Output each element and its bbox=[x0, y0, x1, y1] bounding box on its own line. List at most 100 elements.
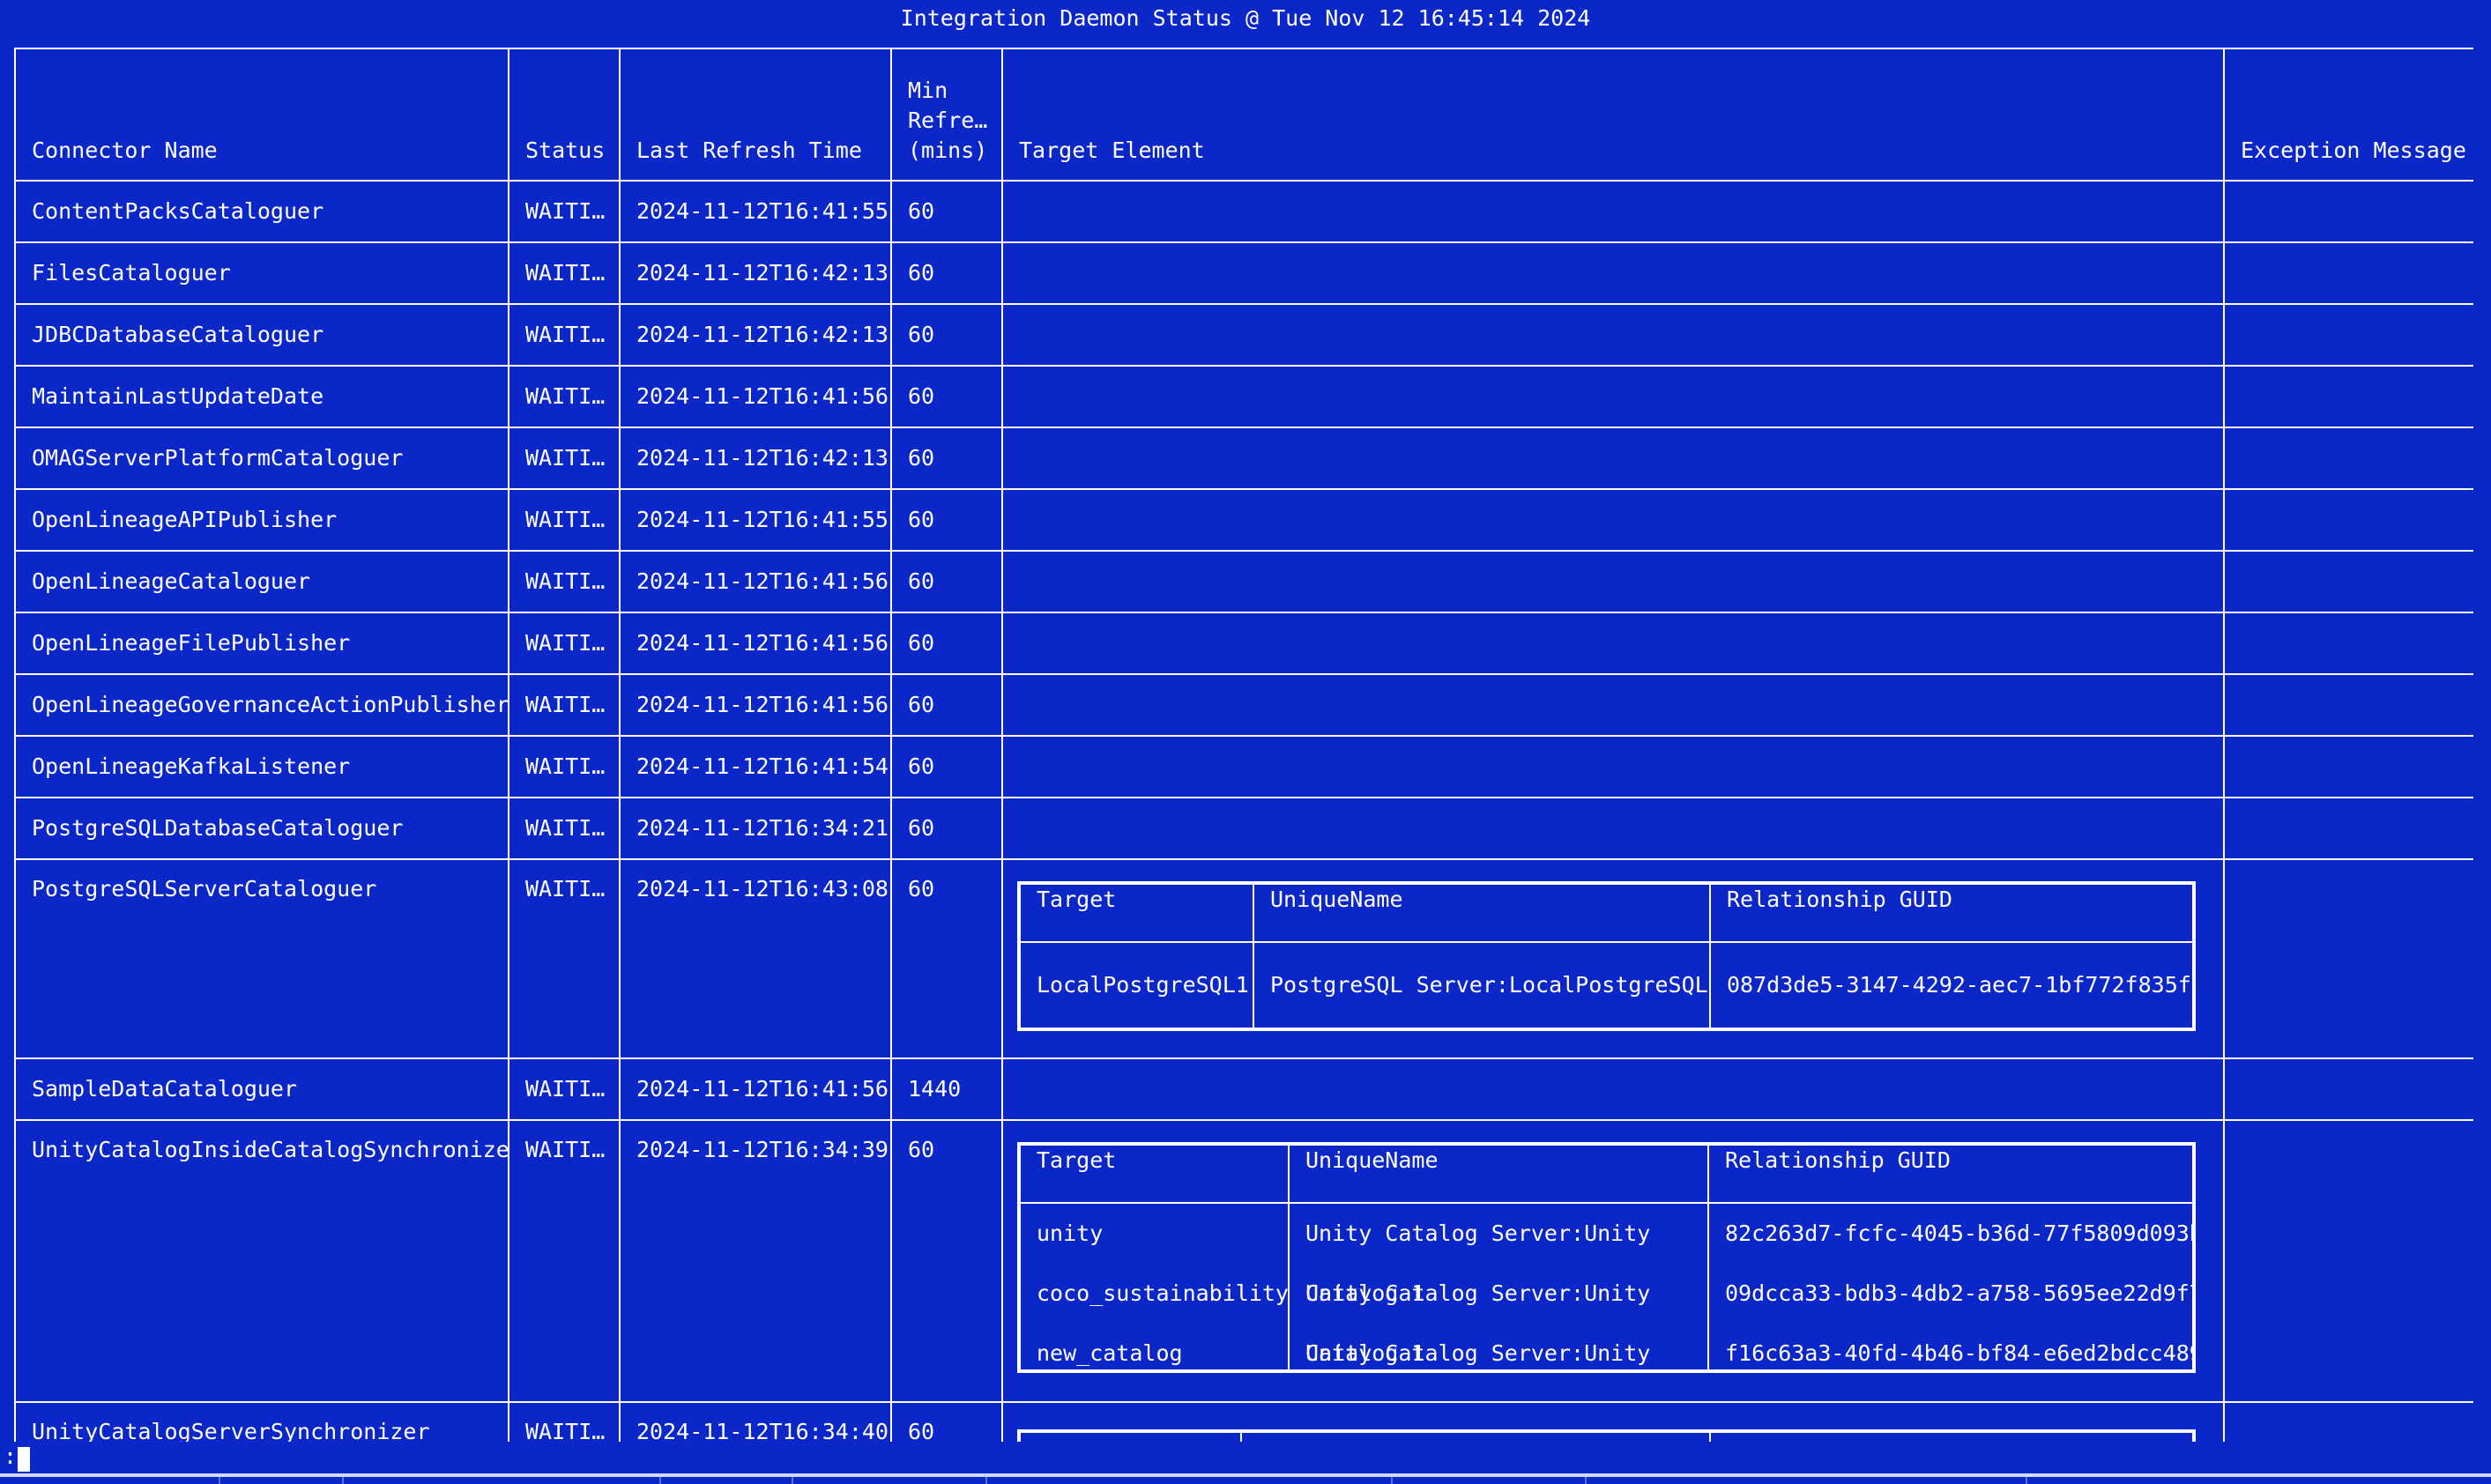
table-row: ContentPacksCataloguer WAITI… 2024-11-12… bbox=[14, 180, 2473, 243]
relationship-guid-item: 82c263d7-fcfc-4045-b36d-77f5809d093b bbox=[1725, 1221, 2194, 1246]
target-column-header: Target bbox=[1018, 1143, 1290, 1204]
min-refresh-cell: 60 bbox=[890, 797, 1003, 860]
target-element-table: Target UniqueName Relationship GUID unit… bbox=[1017, 1142, 2196, 1373]
last-refresh-cell: 2024-11-12T16:41:56 bbox=[619, 550, 892, 613]
last-refresh-cell: 2024-11-12T16:41:56 bbox=[619, 365, 892, 428]
exception-message-cell bbox=[2223, 612, 2473, 675]
status-cell: WAITI… bbox=[508, 858, 621, 1059]
table-row: UnityCatalogServerSynchronizer WAITI… 20… bbox=[14, 1401, 2473, 1442]
target-column-header: Target bbox=[1018, 882, 1254, 943]
table-row: MaintainLastUpdateDate WAITI… 2024-11-12… bbox=[14, 365, 2473, 428]
exception-message-cell bbox=[2223, 365, 2473, 428]
target-table-header-row: Target UniqueName Relationship GUID bbox=[1018, 882, 2195, 943]
connector-name-cell: ContentPacksCataloguer bbox=[14, 180, 509, 243]
terminal-status-ticks bbox=[0, 1477, 2491, 1484]
target-item: coco_sustainability bbox=[1037, 1280, 1289, 1306]
table-row: FilesCataloguer WAITI… 2024-11-12T16:42:… bbox=[14, 241, 2473, 305]
target-element-cell bbox=[1001, 550, 2225, 613]
target-item: unity bbox=[1037, 1221, 1104, 1246]
min-refresh-cell: 60 bbox=[890, 365, 1003, 428]
connector-name-cell: OpenLineageFilePublisher bbox=[14, 612, 509, 675]
status-cell: WAITI… bbox=[508, 427, 621, 490]
table-row: OMAGServerPlatformCataloguer WAITI… 2024… bbox=[14, 427, 2473, 490]
exception-message-cell bbox=[2223, 1057, 2473, 1121]
command-prompt[interactable]: : bbox=[0, 1443, 35, 1473]
target-element-table-partial bbox=[1017, 1429, 2196, 1442]
uniquename-item: Unity Catalog Server:Unity Catalog 1 bbox=[1305, 1221, 1651, 1306]
table-row: OpenLineageGovernanceActionPublisher WAI… bbox=[14, 673, 2473, 737]
target-element-cell bbox=[1001, 797, 2225, 860]
relationship-guid-item: 09dcca33-bdb3-4db2-a758-5695ee22d9f7 bbox=[1725, 1280, 2194, 1306]
target-cell: LocalPostgreSQL1 bbox=[1018, 941, 1254, 1030]
last-refresh-cell: 2024-11-12T16:34:40 bbox=[619, 1401, 892, 1442]
target-element-table: Target UniqueName Relationship GUID Loca… bbox=[1017, 881, 2196, 1031]
status-table-viewport[interactable]: Connector Name Status Last Refresh Time … bbox=[14, 48, 2473, 1442]
min-refresh-cell: 1440 bbox=[890, 1057, 1003, 1121]
target-element-cell bbox=[1001, 673, 2225, 737]
status-cell: WAITI… bbox=[508, 797, 621, 860]
target-cell: unity coco_sustainability new_catalog bbox=[1018, 1202, 1290, 1372]
min-refresh-header-line-3: (mins) bbox=[908, 137, 988, 163]
connector-name-cell: JDBCDatabaseCataloguer bbox=[14, 303, 509, 367]
target-table-row: LocalPostgreSQL1 PostgreSQL Server:Local… bbox=[1018, 941, 2195, 1030]
min-refresh-cell: 60 bbox=[890, 735, 1003, 798]
min-refresh-cell: 60 bbox=[890, 303, 1003, 367]
last-refresh-cell: 2024-11-12T16:42:13 bbox=[619, 303, 892, 367]
target-element-cell bbox=[1001, 1401, 2225, 1442]
connector-name-cell: OpenLineageCataloguer bbox=[14, 550, 509, 613]
target-element-cell bbox=[1001, 488, 2225, 552]
column-header-connector-name: Connector Name bbox=[14, 48, 509, 182]
target-element-cell bbox=[1001, 303, 2225, 367]
column-header-min-refresh: Min Refre… (mins) bbox=[890, 48, 1003, 182]
min-refresh-cell: 60 bbox=[890, 1401, 1003, 1442]
exception-message-cell bbox=[2223, 427, 2473, 490]
last-refresh-cell: 2024-11-12T16:42:13 bbox=[619, 241, 892, 305]
status-cell: WAITI… bbox=[508, 673, 621, 737]
status-cell: WAITI… bbox=[508, 735, 621, 798]
target-element-cell: Target UniqueName Relationship GUID unit… bbox=[1001, 1119, 2225, 1403]
status-cell: WAITI… bbox=[508, 488, 621, 552]
last-refresh-cell: 2024-11-12T16:41:55 bbox=[619, 180, 892, 243]
status-cell: WAITI… bbox=[508, 550, 621, 613]
column-header-target-element: Target Element bbox=[1001, 48, 2225, 182]
relationship-guid-column-header: Relationship GUID bbox=[1707, 1143, 2195, 1204]
min-refresh-cell: 60 bbox=[890, 673, 1003, 737]
connector-name-cell: OpenLineageGovernanceActionPublisher bbox=[14, 673, 509, 737]
last-refresh-cell: 2024-11-12T16:41:54 bbox=[619, 735, 892, 798]
relationship-guid-cell: 087d3de5-3147-4292-aec7-1bf772f835f1 bbox=[1709, 941, 2195, 1030]
table-row: JDBCDatabaseCataloguer WAITI… 2024-11-12… bbox=[14, 303, 2473, 367]
connector-name-cell: OMAGServerPlatformCataloguer bbox=[14, 427, 509, 490]
table-row: SampleDataCataloguer WAITI… 2024-11-12T1… bbox=[14, 1057, 2473, 1121]
last-refresh-cell: 2024-11-12T16:41:56 bbox=[619, 612, 892, 675]
min-refresh-cell: 60 bbox=[890, 612, 1003, 675]
target-element-cell bbox=[1001, 427, 2225, 490]
exception-message-cell bbox=[2223, 1119, 2473, 1403]
min-refresh-cell: 60 bbox=[890, 427, 1003, 490]
last-refresh-cell: 2024-11-12T16:34:39 bbox=[619, 1119, 892, 1403]
min-refresh-cell: 60 bbox=[890, 550, 1003, 613]
table-header-row: Connector Name Status Last Refresh Time … bbox=[14, 48, 2473, 182]
min-refresh-header-line-2: Refre… bbox=[908, 108, 988, 133]
column-header-status: Status bbox=[508, 48, 621, 182]
exception-message-cell bbox=[2223, 673, 2473, 737]
target-element-cell bbox=[1001, 1057, 2225, 1121]
table-row: OpenLineageKafkaListener WAITI… 2024-11-… bbox=[14, 735, 2473, 798]
min-refresh-header-line-1: Min bbox=[908, 78, 948, 103]
uniquename-column-header: UniqueName bbox=[1253, 882, 1711, 943]
relationship-guid-cell: 82c263d7-fcfc-4045-b36d-77f5809d093b 09d… bbox=[1707, 1202, 2195, 1372]
last-refresh-cell: 2024-11-12T16:42:13 bbox=[619, 427, 892, 490]
status-table: Connector Name Status Last Refresh Time … bbox=[14, 48, 2473, 1442]
exception-message-cell bbox=[2223, 735, 2473, 798]
exception-message-cell bbox=[2223, 241, 2473, 305]
last-refresh-cell: 2024-11-12T16:41:56 bbox=[619, 673, 892, 737]
last-refresh-cell: 2024-11-12T16:41:56 bbox=[619, 1057, 892, 1121]
relationship-guid-item: f16c63a3-40fd-4b46-bf84-e6ed2bdcc489 bbox=[1725, 1340, 2194, 1366]
last-refresh-cell: 2024-11-12T16:43:08 bbox=[619, 858, 892, 1059]
connector-name-cell: MaintainLastUpdateDate bbox=[14, 365, 509, 428]
table-row: OpenLineageAPIPublisher WAITI… 2024-11-1… bbox=[14, 488, 2473, 552]
connector-name-cell: SampleDataCataloguer bbox=[14, 1057, 509, 1121]
exception-message-cell bbox=[2223, 797, 2473, 860]
status-cell: WAITI… bbox=[508, 303, 621, 367]
min-refresh-cell: 60 bbox=[890, 488, 1003, 552]
exception-message-cell bbox=[2223, 858, 2473, 1059]
